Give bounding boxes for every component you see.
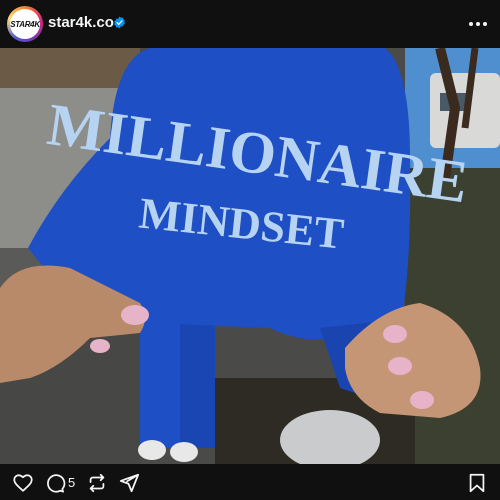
more-options-button[interactable] (466, 12, 490, 36)
reply-count: 5 (68, 475, 76, 490)
send-icon[interactable] (118, 472, 140, 494)
photo-illustration: MILLIONAIRE MINDSET (0, 48, 500, 464)
avatar-logo-text: STAR4K (10, 19, 40, 29)
post-header: STAR4K star4k.co (0, 0, 500, 48)
avatar[interactable]: STAR4K (7, 6, 43, 42)
avatar-logo: STAR4K (10, 9, 40, 39)
bookmark-icon[interactable] (466, 472, 488, 494)
verified-badge-icon (114, 16, 125, 29)
action-bar: 5 (0, 464, 500, 500)
username[interactable]: star4k.co (48, 14, 114, 31)
more-horizontal-icon (469, 22, 473, 26)
comment-icon[interactable] (44, 472, 66, 494)
repost-icon[interactable] (86, 472, 108, 494)
post-photo[interactable]: MILLIONAIRE MINDSET (0, 48, 500, 464)
heart-icon[interactable] (12, 472, 34, 494)
